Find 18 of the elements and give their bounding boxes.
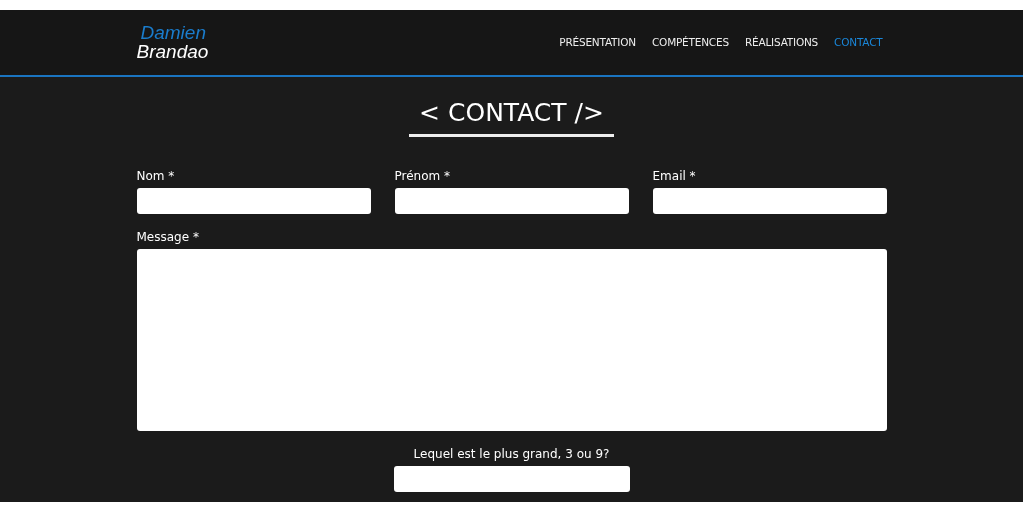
captcha-input-field[interactable] [393, 465, 630, 492]
logo-last-name: Brandao [136, 41, 210, 61]
field-label: Email * [652, 168, 697, 183]
field-label: Message * [136, 229, 200, 244]
field-label: Prénom * [394, 168, 452, 183]
section-title: < CONTACT /> [409, 97, 614, 137]
input-field[interactable] [652, 187, 887, 214]
field-label: Nom * [136, 168, 176, 183]
logo[interactable]: Damien Brandao [136, 22, 237, 63]
captcha-question: Lequel est le plus grand, 3 ou 9? [413, 446, 610, 461]
nav-link[interactable]: COMPÉTENCES [651, 34, 729, 51]
message-field[interactable] [136, 248, 887, 431]
input-field[interactable] [394, 187, 629, 214]
nav-link[interactable]: RÉALISATIONS [744, 34, 819, 51]
nav-link[interactable]: PRÉSENTATION [559, 34, 636, 51]
nav-link[interactable]: CONTACT [834, 34, 883, 51]
input-field[interactable] [136, 187, 371, 214]
logo-first-name: Damien [139, 22, 207, 42]
